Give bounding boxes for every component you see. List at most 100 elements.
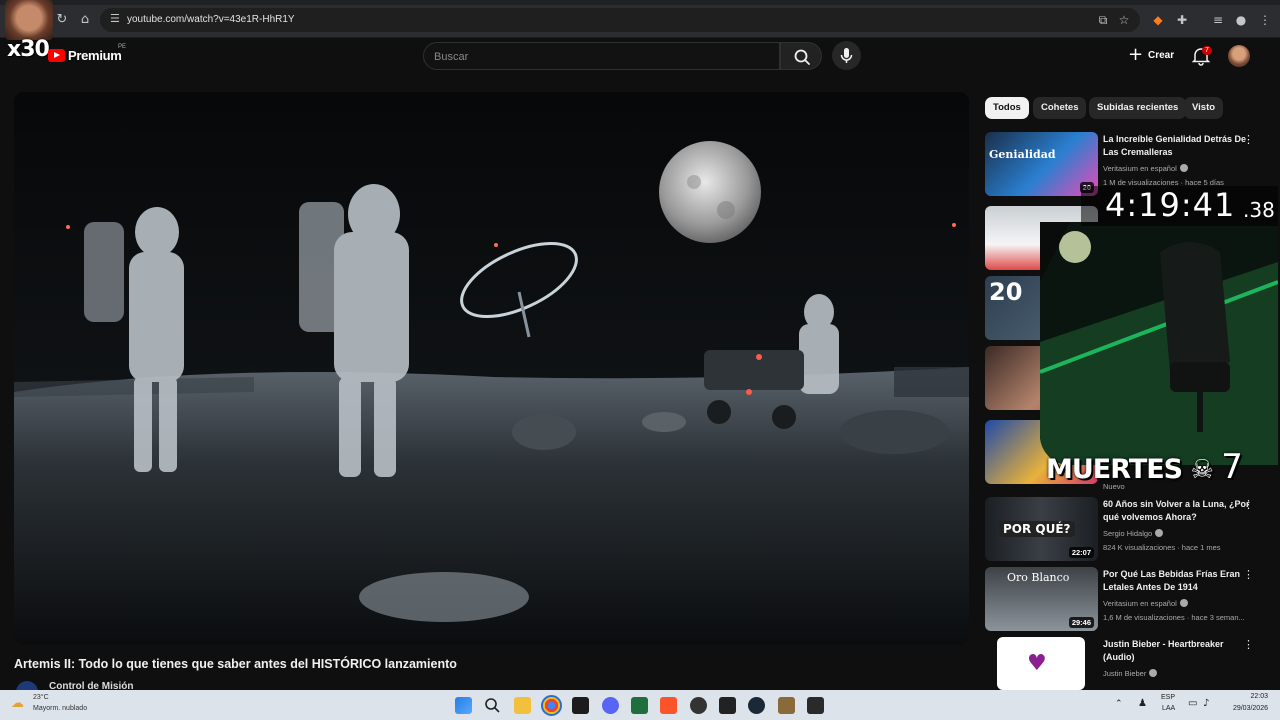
verified-icon <box>1149 669 1158 677</box>
video-thumbnail[interactable]: Oro Blanco 29:46 <box>985 567 1098 631</box>
counter-overlay: x30 <box>7 37 50 62</box>
recommendation-item[interactable]: POR QUÉ? 22:07 60 Años sin Volver a la L… <box>985 497 1265 561</box>
thumbnail-text: Genialidad <box>989 148 1056 161</box>
chip-subidas-recientes[interactable]: Subidas recientes <box>1089 97 1187 119</box>
video-thumbnail[interactable]: ♥ <box>997 637 1085 690</box>
search-input[interactable] <box>434 49 764 65</box>
voice-search-button[interactable] <box>832 41 861 70</box>
webcam-room-image <box>1040 222 1278 465</box>
chrome-icon[interactable] <box>541 695 562 716</box>
language-indicator[interactable]: ESP <box>1161 694 1175 701</box>
more-options-icon[interactable]: ⋮ <box>1243 639 1254 650</box>
taskbar-search-glyph <box>485 698 500 713</box>
windows-taskbar: ☁ 23°C Mayorm. nublado ⌃ ♟ ESP LAA ▭ ♪ 2… <box>0 690 1280 720</box>
browser-toolbar: ↻ ⌂ ☰ youtube.com/watch?v=43e1R-HhR1Y ⧉ … <box>0 0 1280 38</box>
skull-icon: ☠ <box>1190 455 1214 485</box>
brave-icon[interactable] <box>660 697 677 714</box>
game-window-icon[interactable] <box>807 697 824 714</box>
heart-icon: ♥ <box>1027 651 1047 676</box>
extensions-puzzle-icon[interactable]: ✚ <box>1174 12 1190 28</box>
search-button[interactable] <box>780 42 822 70</box>
deaths-label: MUERTES <box>1046 454 1183 485</box>
bookmark-star-icon[interactable]: ☆ <box>1116 12 1132 28</box>
video-frame-lunar-scene <box>14 92 969 645</box>
menu-kebab-icon[interactable]: ⋮ <box>1257 12 1273 28</box>
verified-icon <box>1179 164 1188 172</box>
notifications-button[interactable]: 7 <box>1190 46 1212 66</box>
channel-text: Justin Bieber <box>1103 669 1147 678</box>
weather-cloud-icon: ☁ <box>11 696 24 711</box>
search-icon[interactable] <box>484 697 501 714</box>
youtube-play-icon <box>48 49 65 62</box>
recommendation-channel: Justin Bieber <box>1103 669 1158 678</box>
thumbnail-text: POR QUÉ? <box>999 521 1075 537</box>
profile-icon[interactable]: ● <box>1233 12 1249 28</box>
channel-text: Veritasium en español <box>1103 164 1177 173</box>
media-controls-icon[interactable]: ≡ <box>1210 12 1226 28</box>
recommendation-channel: Veritasium en español <box>1103 599 1188 608</box>
recommendation-channel: Sergio Hidalgo <box>1103 529 1164 538</box>
speedrun-timer: 4:19:41 .38 <box>1081 186 1278 226</box>
microphone-icon <box>840 48 853 63</box>
more-options-icon[interactable]: ⋮ <box>1243 134 1254 145</box>
create-button[interactable]: + Crear <box>1122 44 1180 68</box>
recommendation-title[interactable]: La Increíble Genialidad Detrás De Las Cr… <box>1103 133 1253 159</box>
spreadsheet-icon[interactable] <box>631 697 648 714</box>
weather-condition: Mayorm. nublado <box>33 705 88 712</box>
extension-fox-icon[interactable]: ◆ <box>1150 12 1166 28</box>
home-icon[interactable]: ⌂ <box>77 12 93 28</box>
reload-icon[interactable]: ↻ <box>54 12 70 28</box>
start-windows-icon[interactable] <box>455 697 472 714</box>
chip-todos[interactable]: Todos <box>985 97 1029 119</box>
verified-icon <box>1155 529 1164 537</box>
clock-time[interactable]: 22:03 <box>1220 693 1268 700</box>
language-sub: LAA <box>1162 705 1176 712</box>
chip-visto[interactable]: Visto <box>1184 97 1224 119</box>
tray-chevron-icon[interactable]: ⌃ <box>1115 699 1123 709</box>
more-options-icon[interactable]: ⋮ <box>1243 499 1254 510</box>
install-app-icon[interactable]: ⧉ <box>1095 12 1111 28</box>
channel-name[interactable]: Control de Misión <box>49 681 133 690</box>
search-icon <box>794 49 810 65</box>
channel-row: Control de Misión <box>14 680 314 690</box>
tray-app-icon[interactable]: ♟ <box>1138 698 1147 709</box>
file-explorer-icon[interactable] <box>514 697 531 714</box>
notification-badge: 7 <box>1202 46 1212 55</box>
recommendation-meta: 1,6 M de visualizaciones · hace 3 seman.… <box>1103 613 1245 622</box>
recommendation-title[interactable]: Por Qué Las Bebidas Frías Eran Letales A… <box>1103 568 1253 594</box>
clock-date[interactable]: 29/03/2026 <box>1220 705 1268 712</box>
video-title: Artemis II: Todo lo que tienes que saber… <box>14 657 457 671</box>
death-counter: MUERTES ☠ 7 <box>1046 447 1243 487</box>
more-options-icon[interactable]: ⋮ <box>1243 569 1254 580</box>
chip-cohetes[interactable]: Cohetes <box>1033 97 1087 119</box>
duration-badge: 29:46 <box>1068 617 1094 628</box>
channel-text: Veritasium en español <box>1103 599 1177 608</box>
address-bar[interactable]: ☰ youtube.com/watch?v=43e1R-HhR1Y <box>100 8 1140 32</box>
capcut-icon[interactable] <box>719 697 736 714</box>
messenger-icon[interactable] <box>602 697 619 714</box>
steam-icon[interactable] <box>748 697 765 714</box>
terminal-icon[interactable] <box>572 697 589 714</box>
logo-region: PE <box>118 44 127 50</box>
video-player[interactable] <box>14 92 969 645</box>
channel-avatar[interactable] <box>16 681 38 690</box>
thumbnail-text: Oro Blanco <box>1007 571 1070 584</box>
video-thumbnail[interactable]: POR QUÉ? 22:07 <box>985 497 1098 561</box>
game-icon[interactable] <box>778 697 795 714</box>
search-box <box>423 42 780 70</box>
account-avatar[interactable] <box>1228 45 1250 67</box>
verified-icon <box>1179 599 1188 607</box>
tab-strip <box>0 0 1280 5</box>
obs-icon[interactable] <box>690 697 707 714</box>
streamer-webcam-overlay <box>1040 222 1278 465</box>
recommendation-channel: Veritasium en español <box>1103 164 1188 173</box>
network-icon[interactable]: ▭ <box>1188 698 1197 709</box>
site-settings-icon[interactable]: ☰ <box>110 12 120 25</box>
logo-word: Premium <box>68 48 122 63</box>
url-text: youtube.com/watch?v=43e1R-HhR1Y <box>127 14 295 25</box>
volume-icon[interactable]: ♪ <box>1203 698 1209 709</box>
recommendation-title[interactable]: Justin Bieber - Heartbreaker (Audio) <box>1103 638 1253 664</box>
recommendation-title[interactable]: 60 Años sin Volver a la Luna, ¿Por qué v… <box>1103 498 1253 524</box>
weather-temp: 23°C <box>33 694 49 701</box>
recommendation-item[interactable]: Oro Blanco 29:46 Por Qué Las Bebidas Frí… <box>985 567 1265 631</box>
